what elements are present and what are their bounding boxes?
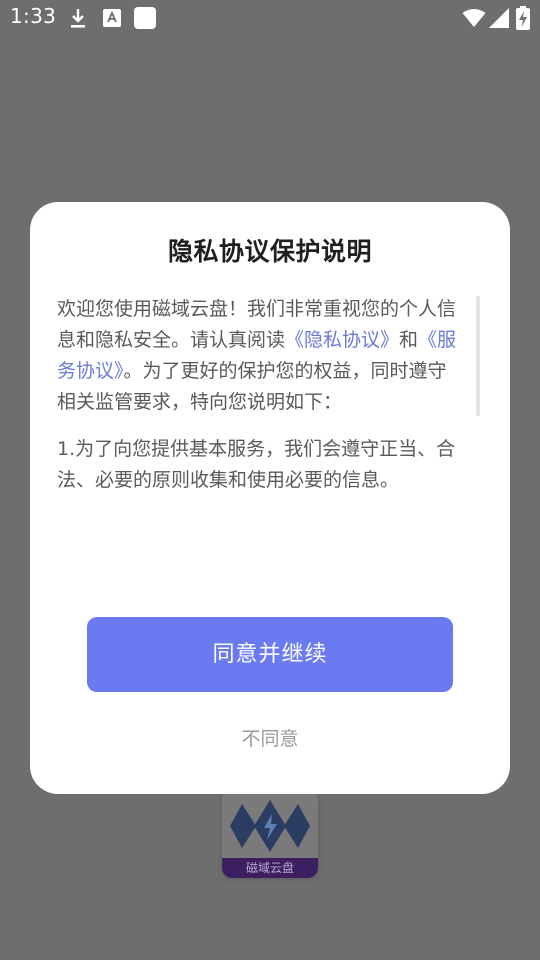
- square-icon: [134, 7, 156, 29]
- download-icon: [71, 9, 85, 28]
- status-time: 1:33: [10, 4, 57, 28]
- signal-icon: [489, 8, 509, 28]
- battery-charging-icon: [516, 6, 530, 30]
- intro-paragraph: 欢迎您使用磁域云盘！我们非常重视您的个人信息和隐私安全。请认真阅读《隐私协议》和…: [57, 294, 463, 418]
- scrollbar-thumb[interactable]: [476, 296, 480, 416]
- wifi-icon: [462, 9, 486, 27]
- dialog-body[interactable]: 欢迎您使用磁域云盘！我们非常重视您的个人信息和隐私安全。请认真阅读《隐私协议》和…: [57, 294, 463, 579]
- logo-banner-text: 磁域云盘: [222, 858, 318, 878]
- disagree-button[interactable]: 不同意: [220, 722, 320, 756]
- clause-paragraph: 1.为了向您提供基本服务，我们会遵守正当、合法、必要的原则收集和使用必要的信息。: [57, 438, 456, 491]
- logo-emblem-icon: [230, 800, 310, 852]
- dialog-title: 隐私协议保护说明: [167, 237, 372, 266]
- status-bar: 1:33: [0, 0, 540, 38]
- privacy-dialog: 隐私协议保护说明 欢迎您使用磁域云盘！我们非常重视您的个人信息和隐私安全。请认真…: [30, 202, 510, 794]
- app-logo: 磁域云盘: [222, 790, 318, 878]
- and-text: 和: [399, 329, 419, 351]
- agree-continue-button[interactable]: 同意并继续: [87, 617, 453, 692]
- text-a-icon: [103, 9, 121, 27]
- privacy-policy-link[interactable]: 《隐私协议》: [285, 329, 399, 351]
